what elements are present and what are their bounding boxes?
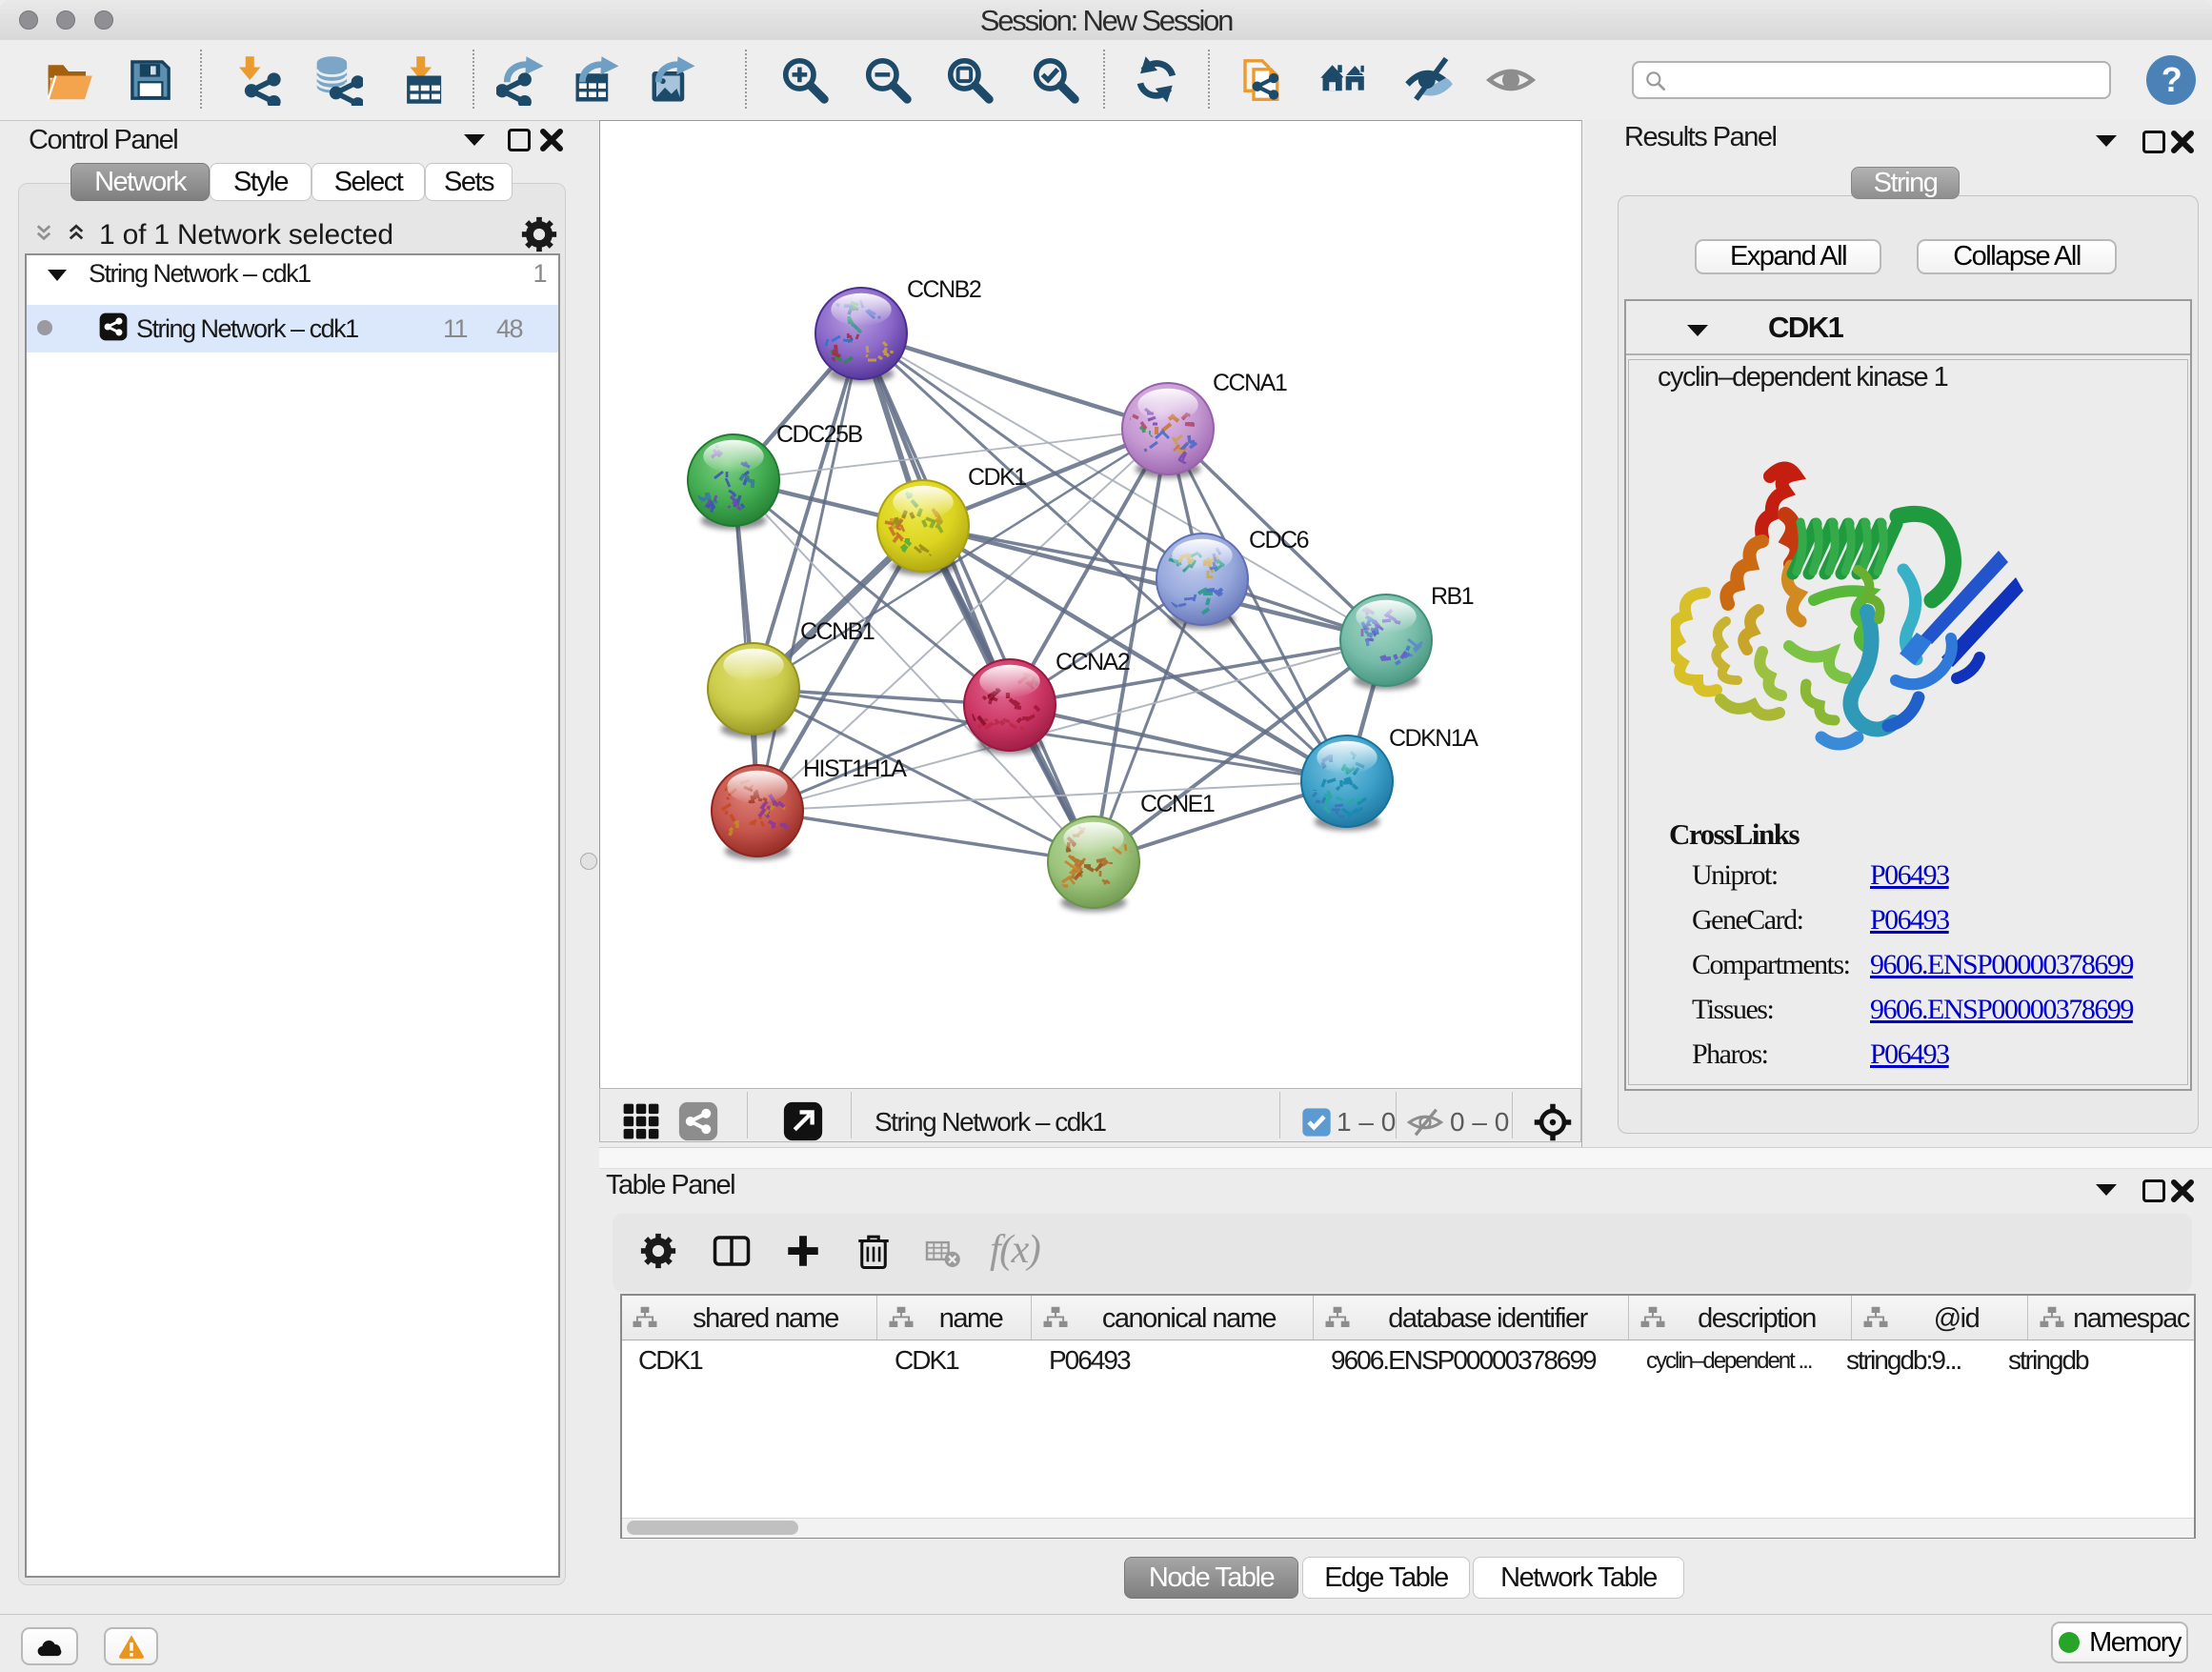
svg-text:CDC25B: CDC25B	[776, 421, 862, 448]
svg-text:CCNB2: CCNB2	[907, 276, 981, 303]
svg-text:CDK1: CDK1	[968, 464, 1026, 491]
svg-text:CDC6: CDC6	[1249, 527, 1309, 554]
svg-text:CCNA1: CCNA1	[1213, 370, 1287, 396]
svg-text:CDKN1A: CDKN1A	[1389, 725, 1478, 752]
svg-text:HIST1H1A: HIST1H1A	[803, 755, 907, 782]
svg-text:RB1: RB1	[1431, 583, 1474, 610]
svg-text:CCNE1: CCNE1	[1140, 791, 1215, 817]
svg-text:CCNA2: CCNA2	[1056, 649, 1130, 675]
svg-text:CCNB1: CCNB1	[800, 618, 875, 645]
